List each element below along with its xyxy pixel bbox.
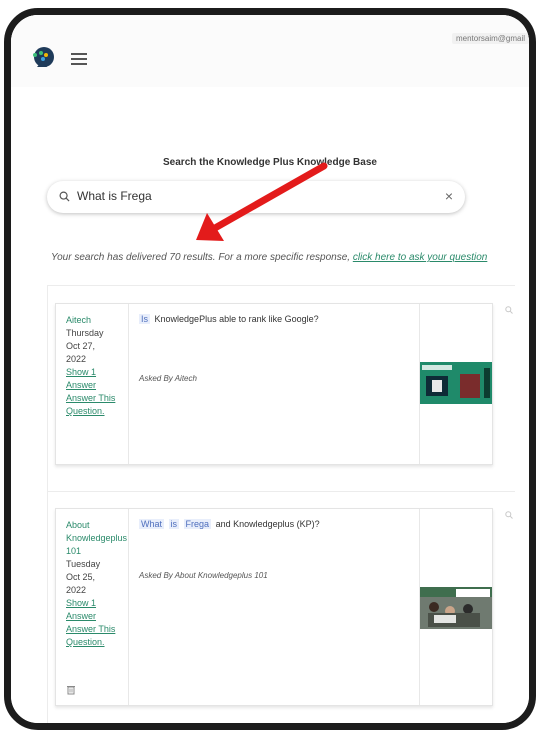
question-text: KnowledgePlus able to rank like Google? xyxy=(154,314,319,324)
question-title[interactable]: Is KnowledgePlus able to rank like Googl… xyxy=(139,314,420,324)
thumbnail-column xyxy=(419,304,492,464)
question-text: and Knowledgeplus (KP)? xyxy=(215,519,320,529)
asked-by: Asked By About Knowledgeplus 101 xyxy=(139,571,268,580)
highlight-word: Frega xyxy=(183,519,212,529)
author-name[interactable]: About Knowledgeplus 101 xyxy=(66,519,128,558)
question-card[interactable]: About Knowledgeplus 101 Tuesday Oct 25, … xyxy=(55,508,493,706)
video-thumbnail[interactable] xyxy=(420,362,492,404)
answer-question-link[interactable]: Answer This Question. xyxy=(66,392,128,418)
results-text: Your search has delivered 70 results. Fo… xyxy=(51,252,353,263)
year: 2022 xyxy=(66,354,87,364)
trash-icon[interactable] xyxy=(66,684,76,695)
divider xyxy=(47,285,515,286)
question-card[interactable]: Aitech Thursday Oct 27, 2022 Show 1 Answ… xyxy=(55,303,493,465)
screen: mentorsaim@gmail Search the Knowledge Pl… xyxy=(11,15,529,723)
highlight-word: What xyxy=(139,519,165,529)
card-meta: Aitech Thursday Oct 27, 2022 Show 1 Answ… xyxy=(56,304,129,464)
author-name[interactable]: Aitech xyxy=(66,314,128,327)
search-bar[interactable]: × xyxy=(47,181,465,213)
answer-question-link[interactable]: Answer This Question. xyxy=(66,623,128,649)
question-title[interactable]: What is Frega and Knowledgeplus (KP)? xyxy=(139,519,420,529)
date: Oct 25, xyxy=(66,572,96,582)
highlight-word: Is xyxy=(139,314,151,324)
search-icon[interactable] xyxy=(505,511,513,519)
device-frame: mentorsaim@gmail Search the Knowledge Pl… xyxy=(4,8,536,730)
search-input[interactable] xyxy=(75,188,419,204)
search-icon[interactable] xyxy=(505,306,513,314)
video-thumbnail[interactable] xyxy=(420,587,492,629)
search-icon xyxy=(59,191,70,202)
hamburger-icon[interactable] xyxy=(71,53,87,65)
divider xyxy=(47,491,515,492)
question-body: Is KnowledgePlus able to rank like Googl… xyxy=(129,304,420,464)
user-email[interactable]: mentorsaim@gmail xyxy=(451,33,529,44)
search-heading: Search the Knowledge Plus Knowledge Base xyxy=(163,157,377,168)
show-answers-link[interactable]: Show 1 Answer xyxy=(66,366,128,392)
show-answers-link[interactable]: Show 1 Answer xyxy=(66,597,128,623)
card-meta: About Knowledgeplus 101 Tuesday Oct 25, … xyxy=(56,509,129,705)
results-summary: Your search has delivered 70 results. Fo… xyxy=(51,252,487,263)
highlight-word: is xyxy=(168,519,180,529)
date: Oct 27, xyxy=(66,341,96,351)
top-bar: mentorsaim@gmail xyxy=(11,15,529,87)
ask-question-link[interactable]: click here to ask your question xyxy=(353,252,488,263)
weekday: Tuesday xyxy=(66,559,101,569)
divider xyxy=(47,285,48,723)
weekday: Thursday xyxy=(66,328,104,338)
brain-head-icon[interactable] xyxy=(31,45,57,71)
close-icon[interactable]: × xyxy=(445,188,453,204)
question-body: What is Frega and Knowledgeplus (KP)? As… xyxy=(129,509,420,705)
year: 2022 xyxy=(66,585,87,595)
thumbnail-column xyxy=(419,509,492,705)
asked-by: Asked By Aitech xyxy=(139,374,197,383)
